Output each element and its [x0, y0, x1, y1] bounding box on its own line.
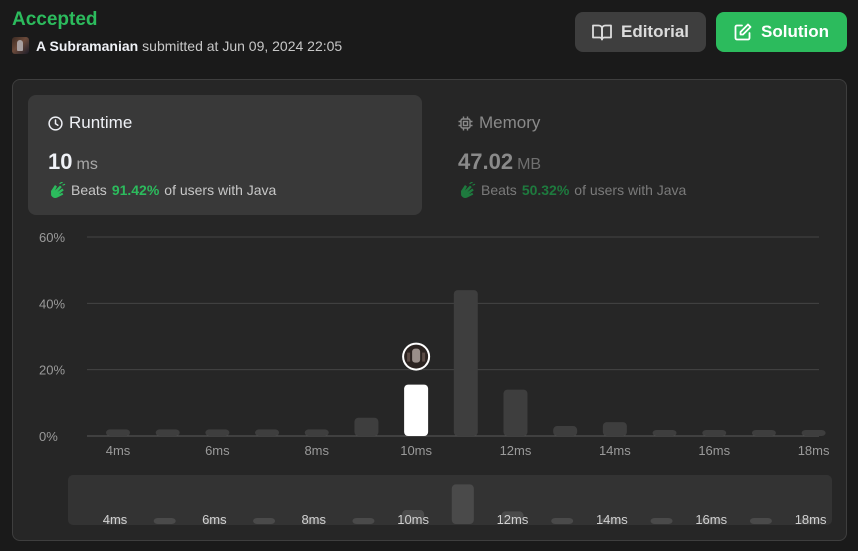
overview-tick-label: 4ms — [103, 512, 128, 527]
book-icon — [592, 24, 612, 41]
x-tick-label: 6ms — [205, 443, 230, 458]
x-tick-label: 16ms — [698, 443, 730, 458]
overview-bar — [749, 518, 772, 524]
x-tick-label: 10ms — [400, 443, 432, 458]
bar[interactable] — [801, 430, 826, 436]
overview-bar — [650, 518, 673, 524]
x-tick-label: 4ms — [106, 443, 131, 458]
x-tick-label: 14ms — [599, 443, 631, 458]
bar[interactable] — [453, 290, 478, 436]
status-label: Accepted — [12, 9, 98, 30]
overview-bar — [551, 518, 574, 524]
y-tick-label: 40% — [39, 296, 65, 311]
bar[interactable] — [602, 422, 627, 436]
editorial-button[interactable]: Editorial — [575, 12, 706, 52]
edit-icon — [734, 23, 752, 41]
bar-highlighted[interactable] — [404, 384, 429, 436]
overview-bar — [352, 518, 375, 524]
submitter-info: A Subramanian submitted at Jun 09, 2024 … — [12, 37, 342, 54]
avatar[interactable] — [12, 37, 29, 54]
x-tick-label: 8ms — [304, 443, 329, 458]
overview-bar — [451, 484, 474, 524]
y-tick-label: 20% — [39, 363, 65, 378]
overview-bar — [253, 518, 276, 524]
solution-button[interactable]: Solution — [716, 12, 847, 52]
my-submission-marker[interactable] — [402, 342, 431, 371]
bar[interactable] — [354, 417, 379, 436]
bar[interactable] — [702, 430, 727, 436]
y-tick-label: 0% — [39, 429, 58, 444]
bar[interactable] — [205, 429, 230, 436]
bar[interactable] — [503, 389, 528, 436]
overview-bar — [153, 518, 176, 524]
x-tick-label: 12ms — [500, 443, 532, 458]
submitted-time: submitted at Jun 09, 2024 22:05 — [142, 37, 343, 54]
bar[interactable] — [652, 430, 677, 436]
bar[interactable] — [106, 429, 130, 436]
y-tick-label: 60% — [39, 230, 65, 245]
solution-label: Solution — [761, 22, 829, 41]
bar[interactable] — [751, 430, 776, 436]
bar[interactable] — [553, 426, 578, 436]
runtime-distribution-chart[interactable]: 0% 20% 40% 60% 4ms 6ms 8ms 10ms 12ms 14ms 16ms 18m… — [13, 80, 846, 540]
x-tick-label: 18ms — [798, 443, 830, 458]
overview-tick-label: 8ms — [301, 512, 326, 527]
bar[interactable] — [304, 429, 329, 436]
result-panel: Runtime 10 ms Beats 91.42% of users with … — [12, 79, 847, 541]
overview-tick-label: 16ms — [695, 512, 727, 527]
overview-tick-label: 10ms — [397, 512, 429, 527]
overview-tick-label: 6ms — [202, 512, 227, 527]
overview-tick-label: 18ms — [795, 512, 827, 527]
overview-tick-label: 12ms — [497, 512, 529, 527]
submission-header: Accepted A Subramanian submitted at Jun … — [12, 8, 342, 54]
overview-tick-label: 14ms — [596, 512, 628, 527]
bar[interactable] — [255, 429, 280, 436]
bar[interactable] — [155, 429, 180, 436]
submitter-name[interactable]: A Subramanian — [36, 38, 138, 54]
editorial-label: Editorial — [620, 22, 689, 41]
